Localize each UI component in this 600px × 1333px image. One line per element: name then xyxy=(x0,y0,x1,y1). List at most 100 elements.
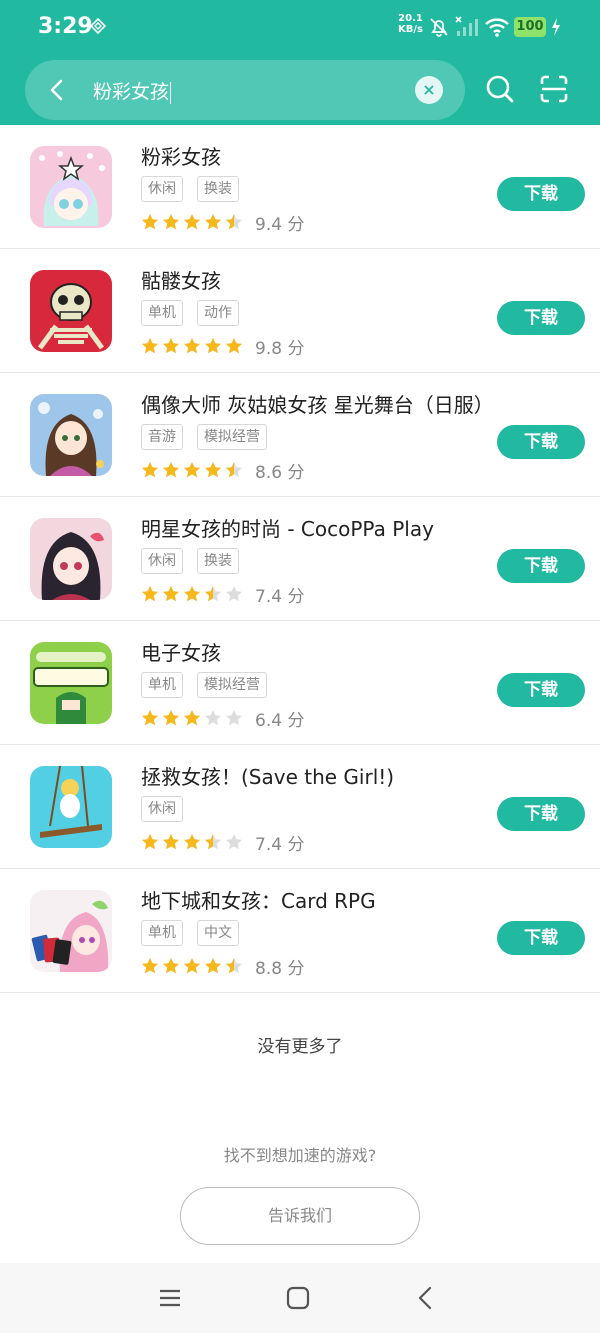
star-rating xyxy=(141,833,243,851)
app-tag: 中文 xyxy=(197,920,239,946)
rating-row: 7.4 分 xyxy=(141,583,304,607)
clear-search-icon[interactable] xyxy=(415,76,443,104)
rating-score: 8.6 分 xyxy=(255,462,305,483)
star-empty-icon xyxy=(226,710,242,726)
rating-row: 9.8 分 xyxy=(141,335,304,359)
star-empty-icon xyxy=(205,710,221,726)
cant-find-prompt: 找不到想加速的游戏? xyxy=(223,1146,377,1165)
tell-us-button[interactable]: 告诉我们 xyxy=(180,1187,420,1245)
search-box[interactable]: 粉彩女孩 xyxy=(25,60,465,120)
star-half-icon xyxy=(205,834,221,850)
app-title: 地下城和女孩：Card RPG xyxy=(141,889,376,913)
star-half-icon xyxy=(226,214,242,230)
star-rating xyxy=(141,461,243,479)
download-button[interactable]: 下载 xyxy=(497,921,585,955)
list-item[interactable]: 骷髅女孩 单机 动作 9.8 分 下载 xyxy=(0,249,600,373)
star-full-icon xyxy=(184,586,200,602)
recent-apps-icon[interactable] xyxy=(155,1283,185,1313)
app-tags: 休闲 换装 xyxy=(141,176,239,202)
rating-score: 7.4 分 xyxy=(255,834,305,855)
star-full-icon xyxy=(142,710,158,726)
star-full-icon xyxy=(142,214,158,230)
star-half-icon xyxy=(226,462,242,478)
download-button[interactable]: 下载 xyxy=(497,549,585,583)
star-full-icon xyxy=(163,958,179,974)
status-time: 3:29 xyxy=(38,14,93,39)
search-input[interactable]: 粉彩女孩 xyxy=(93,77,172,104)
app-tag: 休闲 xyxy=(141,176,183,202)
list-item[interactable]: 拯救女孩！(Save the Girl!) 休闲 7.4 分 下载 xyxy=(0,745,600,869)
app-title: 拯救女孩！(Save the Girl!) xyxy=(141,765,395,789)
star-full-icon xyxy=(163,834,179,850)
app-title: 明星女孩的时尚 - CocoPPa Play xyxy=(141,517,434,541)
star-full-icon xyxy=(226,338,242,354)
scan-icon[interactable] xyxy=(538,73,570,105)
list-item[interactable]: 粉彩女孩 休闲 换装 9.4 分 下载 xyxy=(0,125,600,249)
star-full-icon xyxy=(142,958,158,974)
search-results-list: 粉彩女孩 休闲 换装 9.4 分 下载 骷髅女孩 单机 动作 9.8 分 下载 xyxy=(0,125,600,993)
download-button[interactable]: 下载 xyxy=(497,177,585,211)
star-full-icon xyxy=(205,462,221,478)
rating-row: 8.6 分 xyxy=(141,459,305,483)
app-tag: 音游 xyxy=(141,424,183,450)
rating-score: 6.4 分 xyxy=(255,710,305,731)
app-tag: 休闲 xyxy=(141,548,183,574)
star-rating xyxy=(141,709,243,727)
star-full-icon xyxy=(184,710,200,726)
app-title: 骷髅女孩 xyxy=(141,269,221,293)
star-rating xyxy=(141,337,243,355)
back-arrow-icon[interactable] xyxy=(43,76,71,104)
star-half-icon xyxy=(205,586,221,602)
end-of-list-text: 没有更多了 xyxy=(257,1037,343,1057)
app-icon-skeleton-girl xyxy=(30,270,112,352)
star-full-icon xyxy=(142,462,158,478)
app-title: 粉彩女孩 xyxy=(141,145,221,169)
download-button[interactable]: 下载 xyxy=(497,673,585,707)
list-item[interactable]: 电子女孩 单机 模拟经营 6.4 分 下载 xyxy=(0,621,600,745)
network-diamond-icon xyxy=(90,18,106,34)
download-button[interactable]: 下载 xyxy=(497,425,585,459)
app-tag: 单机 xyxy=(141,300,183,326)
list-item[interactable]: 地下城和女孩：Card RPG 单机 中文 8.8 分 下载 xyxy=(0,869,600,993)
star-empty-icon xyxy=(226,586,242,602)
app-tag: 休闲 xyxy=(141,796,183,822)
star-full-icon xyxy=(184,958,200,974)
cell-signal-icon xyxy=(455,16,478,36)
app-tag: 换装 xyxy=(197,176,239,202)
rating-score: 8.8 分 xyxy=(255,958,305,979)
rating-score: 9.4 分 xyxy=(255,214,305,235)
app-tag: 模拟经营 xyxy=(197,424,267,450)
star-rating xyxy=(141,213,243,231)
home-icon[interactable] xyxy=(283,1283,313,1313)
app-icon-dungeon-girls xyxy=(30,890,112,972)
app-icon-idolmaster xyxy=(30,394,112,476)
star-full-icon xyxy=(205,958,221,974)
list-item[interactable]: 偶像大师 灰姑娘女孩 星光舞台（日服） 音游 模拟经营 8.6 分 下载 xyxy=(0,373,600,497)
system-back-icon[interactable] xyxy=(411,1283,441,1313)
charging-bolt-icon xyxy=(552,18,560,36)
star-full-icon xyxy=(184,462,200,478)
star-rating xyxy=(141,957,243,975)
star-full-icon xyxy=(163,214,179,230)
download-button[interactable]: 下载 xyxy=(497,301,585,335)
battery-indicator: 100 xyxy=(514,17,546,37)
app-tag: 换装 xyxy=(197,548,239,574)
app-tag: 动作 xyxy=(197,300,239,326)
list-item[interactable]: 明星女孩的时尚 - CocoPPa Play 休闲 换装 7.4 分 下载 xyxy=(0,497,600,621)
star-full-icon xyxy=(205,338,221,354)
star-full-icon xyxy=(184,338,200,354)
download-button[interactable]: 下载 xyxy=(497,797,585,831)
app-tag: 单机 xyxy=(141,672,183,698)
app-title: 偶像大师 灰姑娘女孩 星光舞台（日服） xyxy=(141,393,494,417)
app-header: 3:29 20.1 KB/s 100 粉彩女孩 xyxy=(0,0,600,125)
star-empty-icon xyxy=(226,834,242,850)
app-tag: 模拟经营 xyxy=(197,672,267,698)
app-icon-save-the-girl xyxy=(30,766,112,848)
app-icon-cocoppa-play xyxy=(30,518,112,600)
wifi-icon xyxy=(485,18,509,37)
text-caret xyxy=(170,81,172,104)
app-tags: 休闲 换装 xyxy=(141,548,239,574)
search-icon[interactable] xyxy=(484,73,516,105)
star-rating xyxy=(141,585,243,603)
app-tags: 单机 模拟经营 xyxy=(141,672,267,698)
